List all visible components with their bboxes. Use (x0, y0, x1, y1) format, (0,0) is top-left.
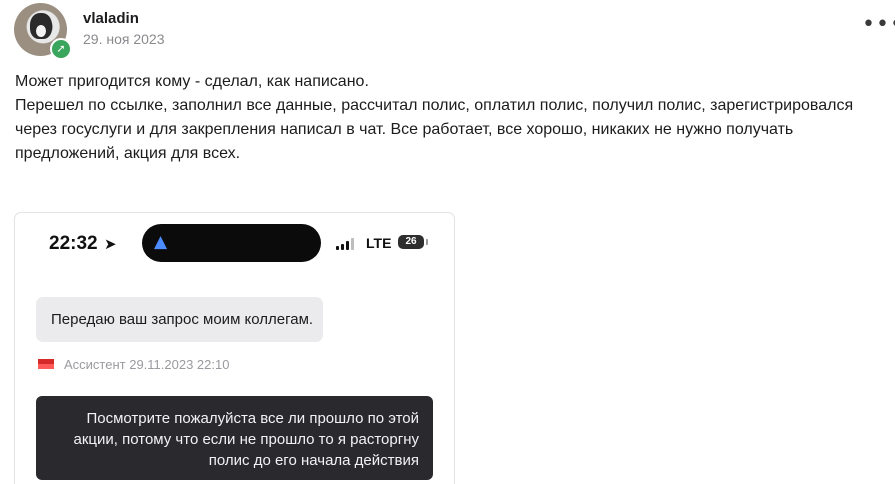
upvote-arrow-icon: ➚ (50, 38, 72, 60)
status-time: 22:32 (49, 233, 98, 254)
location-arrow-icon: ➤ (104, 235, 117, 253)
post-date: 29. ноя 2023 (83, 31, 165, 47)
post-line: предложений, акция для всех. (15, 145, 241, 162)
post-body: Может пригодится кому - сделал, как напи… (15, 70, 875, 166)
attached-screenshot[interactable]: 22:32 ➤ ▲ LTE 26 Передаю ваш запрос моим… (14, 212, 455, 484)
message-meta: Ассистент 29.11.2023 22:10 (64, 357, 230, 372)
dynamic-island: ▲ (142, 224, 321, 262)
incoming-message: Передаю ваш запрос моим коллегам. (36, 297, 323, 342)
post-line: Может пригодится кому - сделал, как напи… (15, 73, 369, 90)
outgoing-message: Посмотрите пожалуйста все ли прошло по э… (36, 396, 433, 480)
post-line: Перешел по ссылке, заполнил все данные, … (15, 97, 854, 114)
author-username[interactable]: vlaladin (83, 10, 139, 27)
battery-icon: 26 (398, 235, 428, 249)
assistant-flag-icon (38, 359, 54, 369)
navigation-icon: ▲ (154, 232, 168, 252)
network-label: LTE (366, 235, 392, 251)
post-page: ➚ vlaladin 29. ноя 2023 ••• Может пригод… (0, 0, 895, 484)
more-horizontal-icon[interactable]: ••• (862, 14, 895, 36)
message-text: Посмотрите пожалуйста все ли прошло по э… (73, 410, 419, 469)
message-text: Передаю ваш запрос моим коллегам. (51, 311, 314, 328)
avatar-cat-image (30, 13, 52, 39)
signal-icon (336, 238, 356, 250)
post-line: через госуслуги и для закрепления написа… (15, 121, 794, 138)
